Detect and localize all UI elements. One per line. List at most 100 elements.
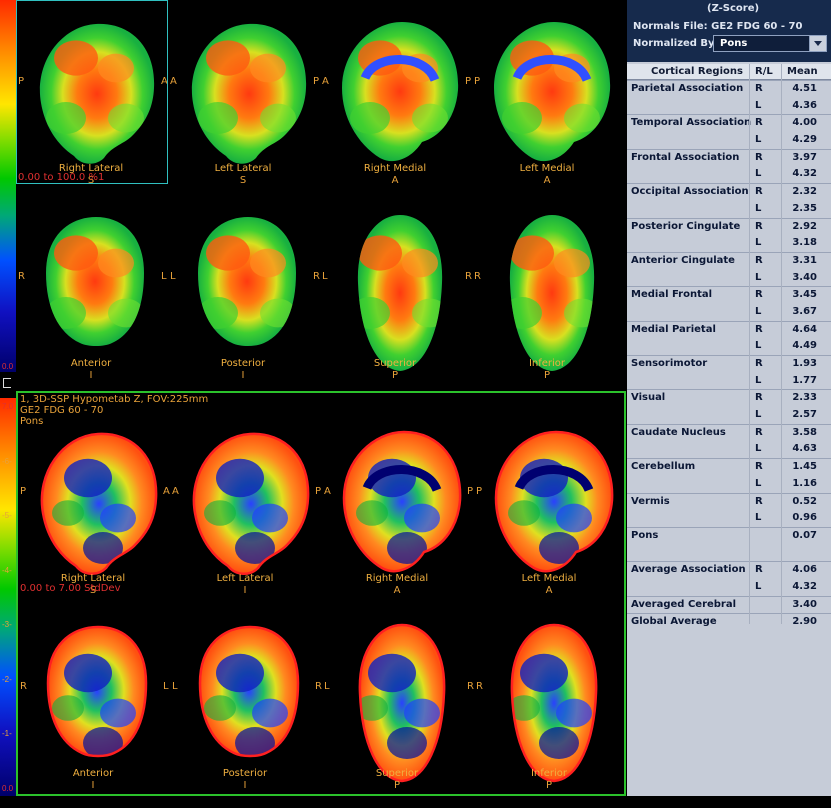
orientation-left: A (324, 486, 331, 497)
view-title: Right Medial (363, 163, 427, 174)
table-row[interactable]: Anterior Cingulate R 3.31 (627, 251, 831, 270)
chevron-down-icon[interactable] (809, 36, 826, 51)
mean-value: 4.36 (792, 99, 817, 111)
brain-surface-image (46, 217, 144, 346)
table-row[interactable]: Occipital Association R 2.32 (627, 183, 831, 201)
table-row[interactable]: L 0.96 (627, 510, 831, 527)
table-row[interactable]: Averaged Cerebral 3.40 (627, 595, 831, 614)
hemisphere: L (755, 580, 762, 592)
orientation-left: A (172, 486, 179, 497)
mean-value: 1.45 (792, 461, 817, 473)
brain-view-inferior[interactable]: Inferior P R (474, 613, 624, 808)
brain-view-posterior[interactable]: Posterior I L R (170, 613, 322, 808)
orientation-left: A (170, 76, 177, 87)
table-row[interactable]: Caudate Nucleus R 3.58 (627, 423, 831, 442)
view-title: Left Medial (521, 573, 577, 584)
brain-view-left-medial[interactable]: Left Medial A P (474, 418, 624, 613)
column-divider (749, 64, 750, 624)
table-row[interactable] (627, 545, 831, 562)
brain-surface-image (509, 215, 595, 371)
brain-view-left-medial[interactable]: Left Medial A P (472, 8, 622, 203)
orientation-bottom: P (543, 370, 551, 381)
mean-value: 4.63 (792, 443, 817, 455)
table-row[interactable]: Sensorimotor R 1.93 (627, 355, 831, 373)
table-row[interactable]: Frontal Association R 3.97 (627, 148, 831, 167)
table-row[interactable]: L 4.63 (627, 441, 831, 458)
brain-view-superior[interactable]: Superior P L R (320, 203, 472, 398)
table-row[interactable]: L 4.32 (627, 579, 831, 596)
bottom-surface-viewer[interactable]: 1, 3D-SSP Hypometab Z, FOV:225mm GE2 FDG… (16, 391, 626, 796)
orientation-right: A (163, 486, 170, 497)
panel-subtitle: (Z-Score) (707, 3, 760, 14)
table-row[interactable]: L 2.57 (627, 407, 831, 424)
table-row[interactable]: L 3.40 (627, 270, 831, 287)
region-name: Sensorimotor (631, 358, 708, 369)
column-divider (781, 64, 782, 624)
brain-view-inferior[interactable]: Inferior P R (472, 203, 622, 398)
normals-file-label: Normals File: GE2 FDG 60 - 70 (633, 21, 802, 32)
brain-surface-image (40, 432, 158, 575)
table-row[interactable]: L 2.35 (627, 201, 831, 218)
view-title: Left Medial (519, 163, 575, 174)
mean-value: 4.51 (792, 83, 817, 94)
normalized-by-label: Normalized By: (633, 38, 719, 49)
table-row[interactable]: L 3.18 (627, 235, 831, 252)
table-row[interactable]: Global Average 2.90 (627, 613, 831, 631)
brain-view-superior[interactable]: Superior P L R (322, 613, 474, 808)
table-row[interactable]: Average Association R 4.06 (627, 561, 831, 579)
orientation-left: R (476, 681, 483, 692)
table-row[interactable]: L 1.77 (627, 373, 831, 390)
brain-view-anterior[interactable]: Anterior I R L (16, 203, 167, 398)
mean-value: 1.16 (792, 477, 817, 489)
orientation-bottom: P (393, 780, 401, 791)
mean-value: 3.31 (792, 254, 817, 266)
hemisphere: L (755, 99, 762, 111)
brain-view-left-lateral[interactable]: Left Lateral I A P (170, 418, 321, 613)
table-row[interactable]: Medial Frontal R 3.45 (627, 286, 831, 304)
orientation-right: P (465, 76, 472, 87)
hemisphere: L (755, 237, 762, 249)
bottom-colorbar-tick: -2- (2, 674, 12, 684)
brain-view-posterior[interactable]: Posterior I L R (168, 203, 320, 398)
brain-view-left-lateral[interactable]: Left Lateral S A P (168, 8, 319, 203)
hemisphere: L (755, 271, 762, 283)
table-row[interactable]: L 4.29 (627, 132, 831, 149)
top-surface-viewer[interactable]: Right Lateral S P A Left Lateral S A P Right Med… (16, 0, 626, 390)
table-row[interactable]: Temporal Association R 4.00 (627, 114, 831, 132)
mean-value: 1.77 (792, 374, 817, 386)
table-row[interactable]: L 4.49 (627, 338, 831, 355)
orientation-bottom: P (545, 780, 553, 791)
orientation-bottom: P (391, 370, 399, 381)
brain-view-right-medial[interactable]: Right Medial A A P (320, 8, 472, 203)
table-row[interactable]: Parietal Association R 4.51 (627, 80, 831, 98)
brain-surface-image (198, 217, 296, 346)
table-row[interactable]: Pons 0.07 (627, 526, 831, 545)
orientation-right: R (313, 271, 320, 282)
hemisphere: L (755, 202, 762, 214)
orientation-bottom: A (543, 175, 551, 186)
table-body: Parietal Association R 4.51 L 4.36 Temporal A… (627, 80, 831, 631)
table-row[interactable]: Cerebellum R 1.45 (627, 458, 831, 476)
colorbar-slider-handle[interactable] (3, 378, 11, 388)
orientation-bottom: I (243, 780, 247, 791)
table-row[interactable]: L 4.32 (627, 166, 831, 183)
mean-value: 2.35 (792, 202, 817, 214)
hemisphere: L (755, 512, 762, 524)
viewer-header-line1: 1, 3D-SSP Hypometab Z, FOV:225mm (20, 394, 209, 405)
hemisphere: L (755, 374, 762, 386)
brain-view-anterior[interactable]: Anterior I R L (18, 613, 169, 808)
hemisphere: R (755, 254, 763, 266)
table-row[interactable]: L 4.36 (627, 98, 831, 115)
normalized-by-dropdown[interactable]: Pons (713, 35, 827, 52)
table-row[interactable]: Vermis R 0.52 (627, 492, 831, 511)
mean-value: 3.67 (792, 305, 817, 317)
table-row[interactable]: Medial Parietal R 4.64 (627, 320, 831, 339)
table-row[interactable]: L 1.16 (627, 476, 831, 493)
brain-view-right-medial[interactable]: Right Medial A A P (322, 418, 473, 613)
orientation-bottom: I (243, 585, 247, 596)
table-row[interactable]: Posterior Cingulate R 2.92 (627, 217, 831, 236)
table-row[interactable]: Visual R 2.33 (627, 389, 831, 407)
bottom-colorbar-tick: -3- (2, 620, 12, 629)
table-row[interactable]: L 3.67 (627, 304, 831, 321)
viewer-header-line2: GE2 FDG 60 - 70 (20, 405, 104, 416)
